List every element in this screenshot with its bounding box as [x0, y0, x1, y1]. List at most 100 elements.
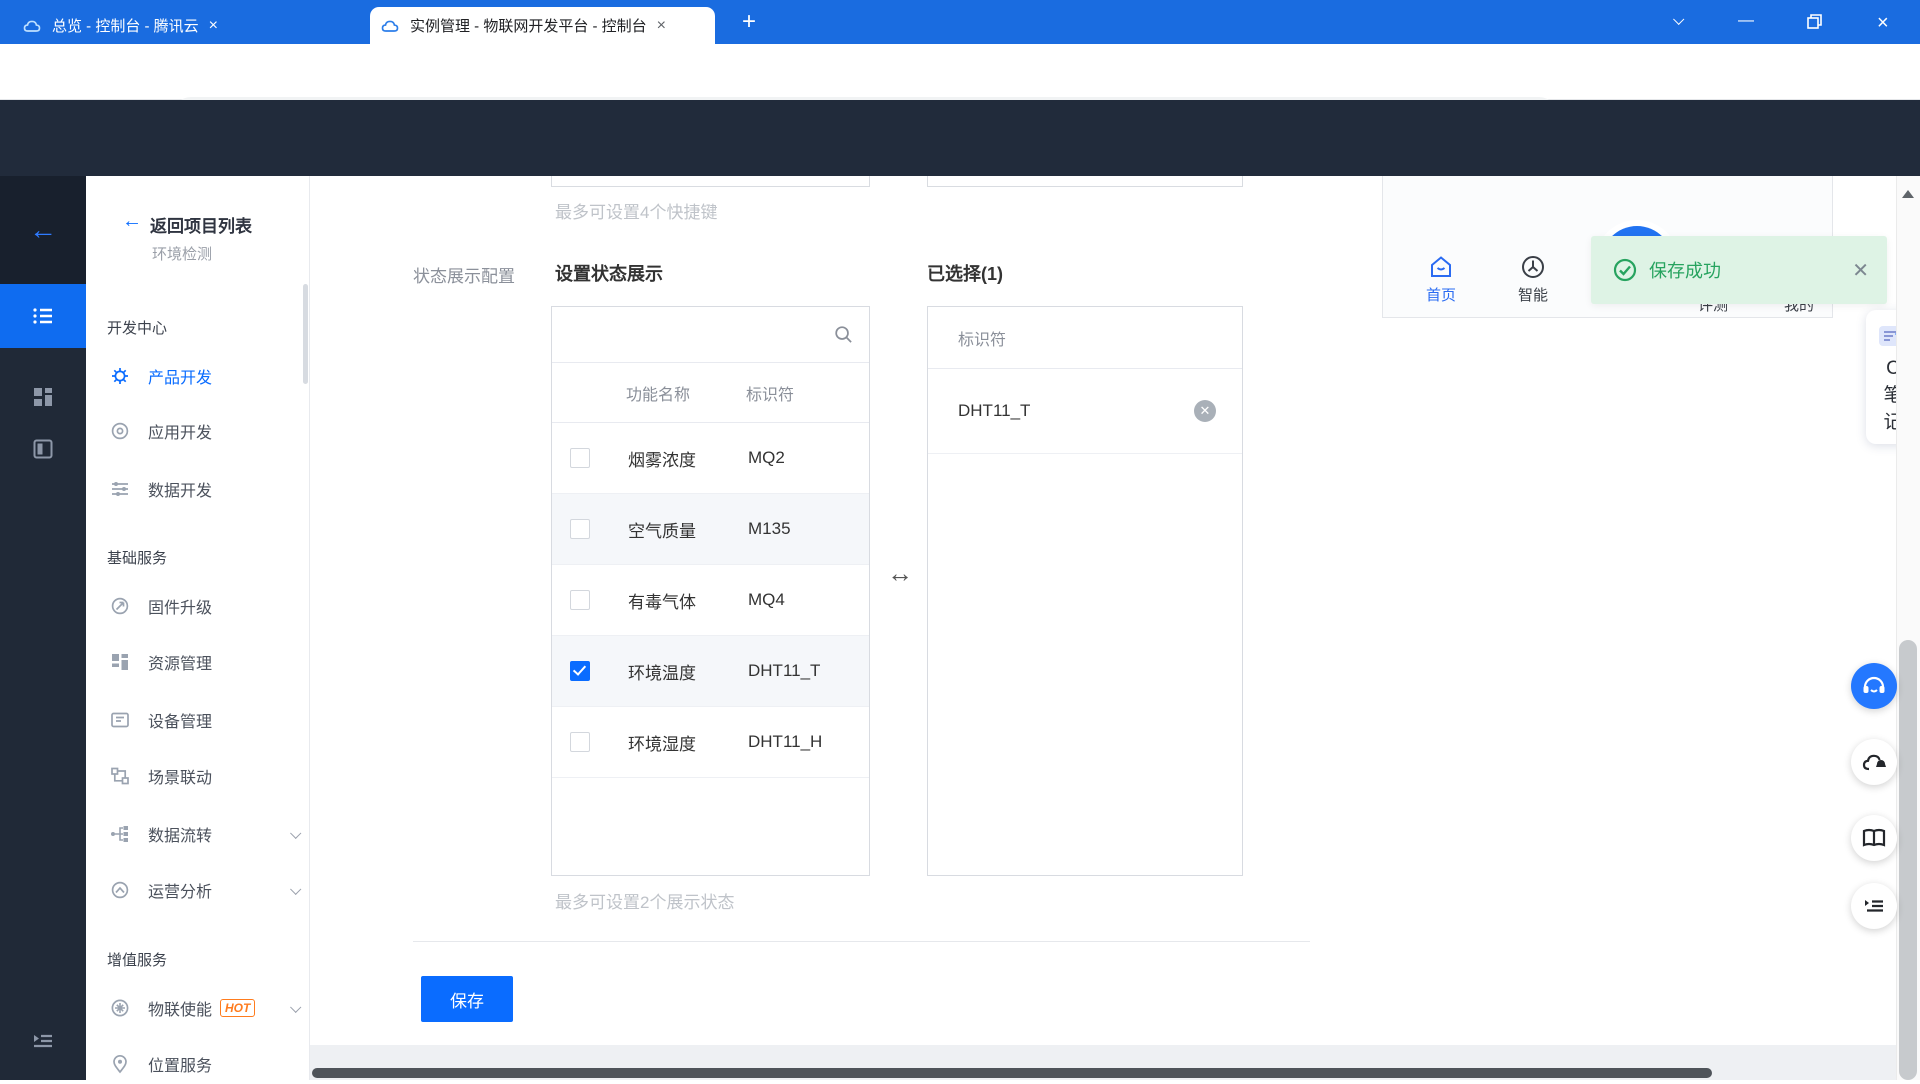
sidebar-scrollbar-thumb[interactable]	[303, 284, 308, 384]
rail-back-button[interactable]: ←	[0, 176, 86, 284]
row-identifier: M135	[748, 519, 791, 538]
back-arrow-icon: ←	[29, 214, 57, 245]
open-book-icon	[1862, 828, 1886, 847]
sidebar-item-iot-enable[interactable]: 物联使能 HOT	[86, 988, 310, 1028]
cloud-alert-fab[interactable]	[1851, 739, 1897, 785]
panel-search-input[interactable]	[552, 307, 869, 363]
sidebar-item-scene-linkage[interactable]: 场景联动	[86, 756, 310, 796]
chevron-down-icon[interactable]	[290, 1001, 302, 1013]
row-checkbox[interactable]	[570, 448, 590, 468]
row-checkbox[interactable]	[570, 661, 590, 681]
minimize-button[interactable]: —	[1738, 12, 1754, 30]
row-name: 烟雾浓度	[628, 450, 696, 470]
rail-panel-item[interactable]	[0, 424, 86, 474]
remove-selected-icon[interactable]: ✕	[1194, 400, 1216, 422]
selected-row: DHT11_T ✕	[928, 369, 1242, 454]
scrollbar-up-arrow[interactable]	[1902, 190, 1914, 198]
chevron-down-icon[interactable]	[290, 883, 302, 895]
right-panel-title: 已选择(1)	[927, 264, 1003, 284]
sidebar-item-data-dev[interactable]: 数据开发	[86, 469, 310, 509]
table-row[interactable]: 有毒气体 MQ4	[552, 565, 869, 636]
row-checkbox[interactable]	[570, 590, 590, 610]
shortcut-selected-truncated[interactable]	[927, 176, 1243, 187]
transfer-arrow-icon: ↔	[887, 558, 913, 588]
row-name: 环境温度	[628, 663, 696, 683]
function-select-panel: 功能名称 标识符 烟雾浓度 MQ2 空气质量 M135 有毒气体 MQ4 环境温…	[551, 306, 870, 876]
tencent-cloud-favicon	[381, 20, 399, 32]
selected-identifier: DHT11_T	[958, 401, 1031, 420]
section-value-added: 增值服务	[107, 952, 168, 969]
list-icon	[33, 308, 52, 324]
row-identifier: DHT11_T	[748, 661, 821, 680]
app-target-icon	[111, 422, 129, 440]
table-row[interactable]: 烟雾浓度 MQ2	[552, 423, 869, 494]
rail-collapse-button[interactable]	[0, 1016, 86, 1066]
docs-fab[interactable]	[1851, 815, 1897, 861]
preview-tab-smart[interactable]: 智能	[1503, 254, 1563, 305]
sidebar-item-label: 位置服务	[148, 1058, 213, 1075]
sidebar-item-product-dev[interactable]: 产品开发	[86, 356, 310, 396]
rail-grid-item[interactable]	[0, 372, 86, 422]
tab-title: 总览 - 控制台 - 腾讯云	[52, 18, 199, 35]
sidebar-item-operation-analysis[interactable]: 运营分析	[86, 870, 310, 910]
sidebar-item-resources[interactable]: 资源管理	[86, 642, 310, 682]
vertical-scrollbar-thumb[interactable]	[1899, 640, 1917, 1080]
table-row[interactable]: 环境湿度 DHT11_H	[552, 707, 869, 778]
smart-icon	[1522, 256, 1544, 278]
search-icon[interactable]	[834, 325, 853, 344]
tab-close-icon[interactable]: ×	[657, 17, 666, 34]
sidebar-item-label: 数据流转	[148, 828, 213, 845]
header-function-name: 功能名称	[626, 386, 691, 404]
window-close-button[interactable]: ×	[1877, 12, 1889, 35]
sidebar-item-devices[interactable]: 设备管理	[86, 700, 310, 740]
project-name: 环境检测	[152, 246, 213, 263]
sidebar-item-location-service[interactable]: 位置服务	[86, 1044, 310, 1084]
sidebar-item-firmware[interactable]: 固件升级	[86, 586, 310, 626]
collapse-sidebar-icon	[34, 1034, 52, 1048]
check-circle-icon	[1613, 258, 1637, 282]
feedback-list-fab[interactable]	[1851, 883, 1897, 929]
back-arrow-icon[interactable]: ←	[122, 210, 142, 233]
sliders-icon	[112, 482, 128, 496]
gear-icon	[112, 368, 128, 384]
grid-icon	[34, 388, 52, 406]
new-tab-button[interactable]: +	[742, 8, 756, 36]
tab-search-icon[interactable]	[1673, 13, 1685, 25]
chevron-down-icon[interactable]	[290, 827, 302, 839]
row-checkbox[interactable]	[570, 732, 590, 752]
sidebar-item-label: 产品开发	[148, 370, 213, 387]
row-name: 环境湿度	[628, 734, 696, 754]
sidebar-item-label: 设备管理	[148, 714, 213, 731]
scene-linkage-icon	[111, 767, 129, 785]
sidebar-item-label: 资源管理	[148, 656, 213, 673]
rail-list-item-active[interactable]	[0, 284, 86, 348]
sidebar-item-label: 数据开发	[148, 483, 213, 500]
table-rows: 烟雾浓度 MQ2 空气质量 M135 有毒气体 MQ4 环境温度 DHT11_T…	[552, 423, 869, 778]
save-button[interactable]: 保存	[421, 976, 513, 1022]
shortcut-input-truncated[interactable]	[551, 176, 870, 187]
horizontal-scrollbar-thumb[interactable]	[312, 1068, 1712, 1078]
table-row[interactable]: 空气质量 M135	[552, 494, 869, 565]
back-to-projects-link[interactable]: 返回项目列表	[150, 212, 252, 237]
tab-close-icon[interactable]: ×	[209, 17, 218, 34]
restore-button[interactable]	[1806, 13, 1824, 31]
row-name: 空气质量	[628, 521, 696, 541]
data-flow-icon	[111, 826, 128, 842]
tencent-cloud-favicon	[23, 20, 41, 32]
display-state-hint: 最多可设置2个展示状态	[555, 893, 735, 912]
sidebar-item-label: 物联使能	[148, 1002, 213, 1019]
panel-icon	[33, 439, 53, 459]
header-identifier: 标识符	[746, 386, 795, 404]
sidebar-item-label: 固件升级	[148, 600, 213, 617]
preview-tab-home[interactable]: 首页	[1411, 254, 1471, 305]
browser-tab-overview[interactable]: 总览 - 控制台 - 腾讯云 ×	[12, 7, 364, 44]
row-checkbox[interactable]	[570, 519, 590, 539]
sidebar-item-app-dev[interactable]: 应用开发	[86, 411, 310, 451]
table-row[interactable]: 环境温度 DHT11_T	[552, 636, 869, 707]
sidebar-item-data-flow[interactable]: 数据流转	[86, 814, 310, 854]
toast-close-icon[interactable]: ✕	[1852, 258, 1869, 283]
customer-service-fab[interactable]	[1851, 663, 1897, 709]
sidebar-item-label: 运营分析	[148, 884, 213, 901]
row-identifier: MQ4	[748, 590, 785, 609]
browser-tab-iot[interactable]: 实例管理 - 物联网开发平台 - 控制台 ×	[370, 7, 715, 44]
